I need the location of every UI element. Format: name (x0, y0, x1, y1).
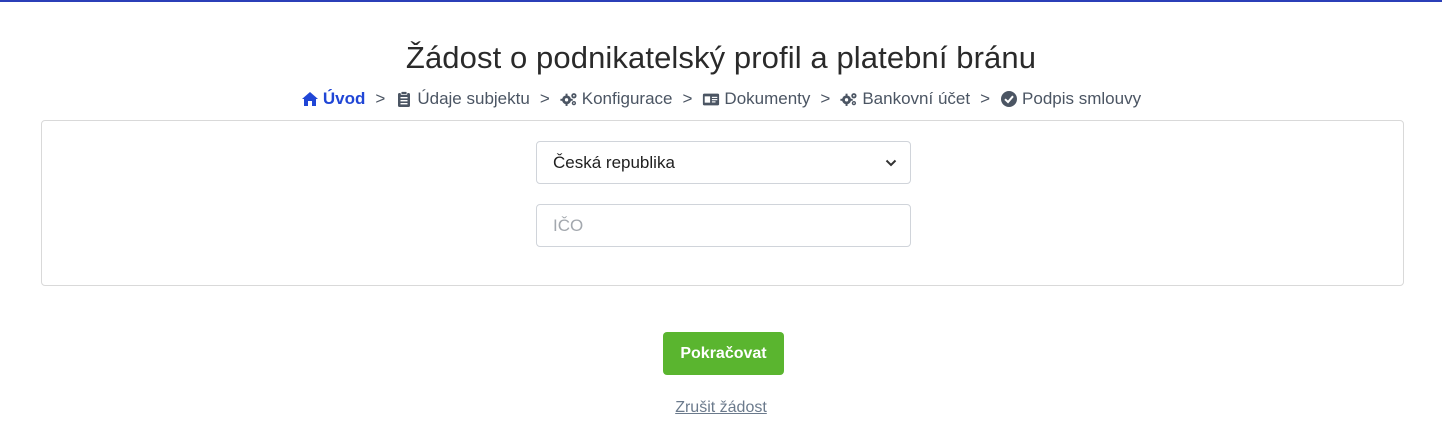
step-separator: > (820, 89, 831, 108)
step-label: Konfigurace (581, 89, 673, 108)
step-separator: > (980, 89, 991, 108)
step-label: Podpis smlouvy (1022, 89, 1142, 108)
step-konfigurace[interactable]: Konfigurace (560, 89, 673, 109)
top-accent-line (0, 0, 1442, 2)
country-select-value: Česká republika (553, 152, 675, 172)
step-podpis-smlouvy[interactable]: Podpis smlouvy (1000, 89, 1141, 109)
step-label: Údaje subjektu (417, 89, 530, 108)
step-label: Bankovní účet (862, 89, 971, 108)
home-icon (301, 90, 319, 108)
ico-input[interactable] (536, 204, 911, 247)
step-bankovni-ucet[interactable]: Bankovní účet (840, 89, 970, 109)
gears-icon (840, 90, 858, 108)
chevron-down-icon (885, 159, 897, 167)
page-title: Žádost o podnikatelský profil a platební… (405, 40, 1037, 75)
step-label: Úvod (322, 89, 366, 108)
progress-steps: Úvod > Údaje subjektu > Konfigurace > Do… (0, 89, 1442, 109)
clipboard-icon (395, 90, 413, 108)
step-udaje-subjektu[interactable]: Údaje subjektu (395, 89, 530, 109)
continue-button[interactable]: Pokračovat (663, 332, 784, 375)
gears-icon (560, 90, 578, 108)
step-uvod[interactable]: Úvod (301, 89, 366, 109)
cancel-request-link[interactable]: Zrušit žádost (0, 399, 1442, 417)
step-separator: > (682, 89, 693, 108)
step-dokumenty[interactable]: Dokumenty (702, 89, 810, 109)
check-circle-icon (1000, 90, 1018, 108)
id-card-icon (702, 90, 720, 108)
step-separator: > (375, 89, 386, 108)
step-label: Dokumenty (724, 89, 811, 108)
step-separator: > (539, 89, 550, 108)
country-select[interactable]: Česká republika (536, 141, 911, 184)
